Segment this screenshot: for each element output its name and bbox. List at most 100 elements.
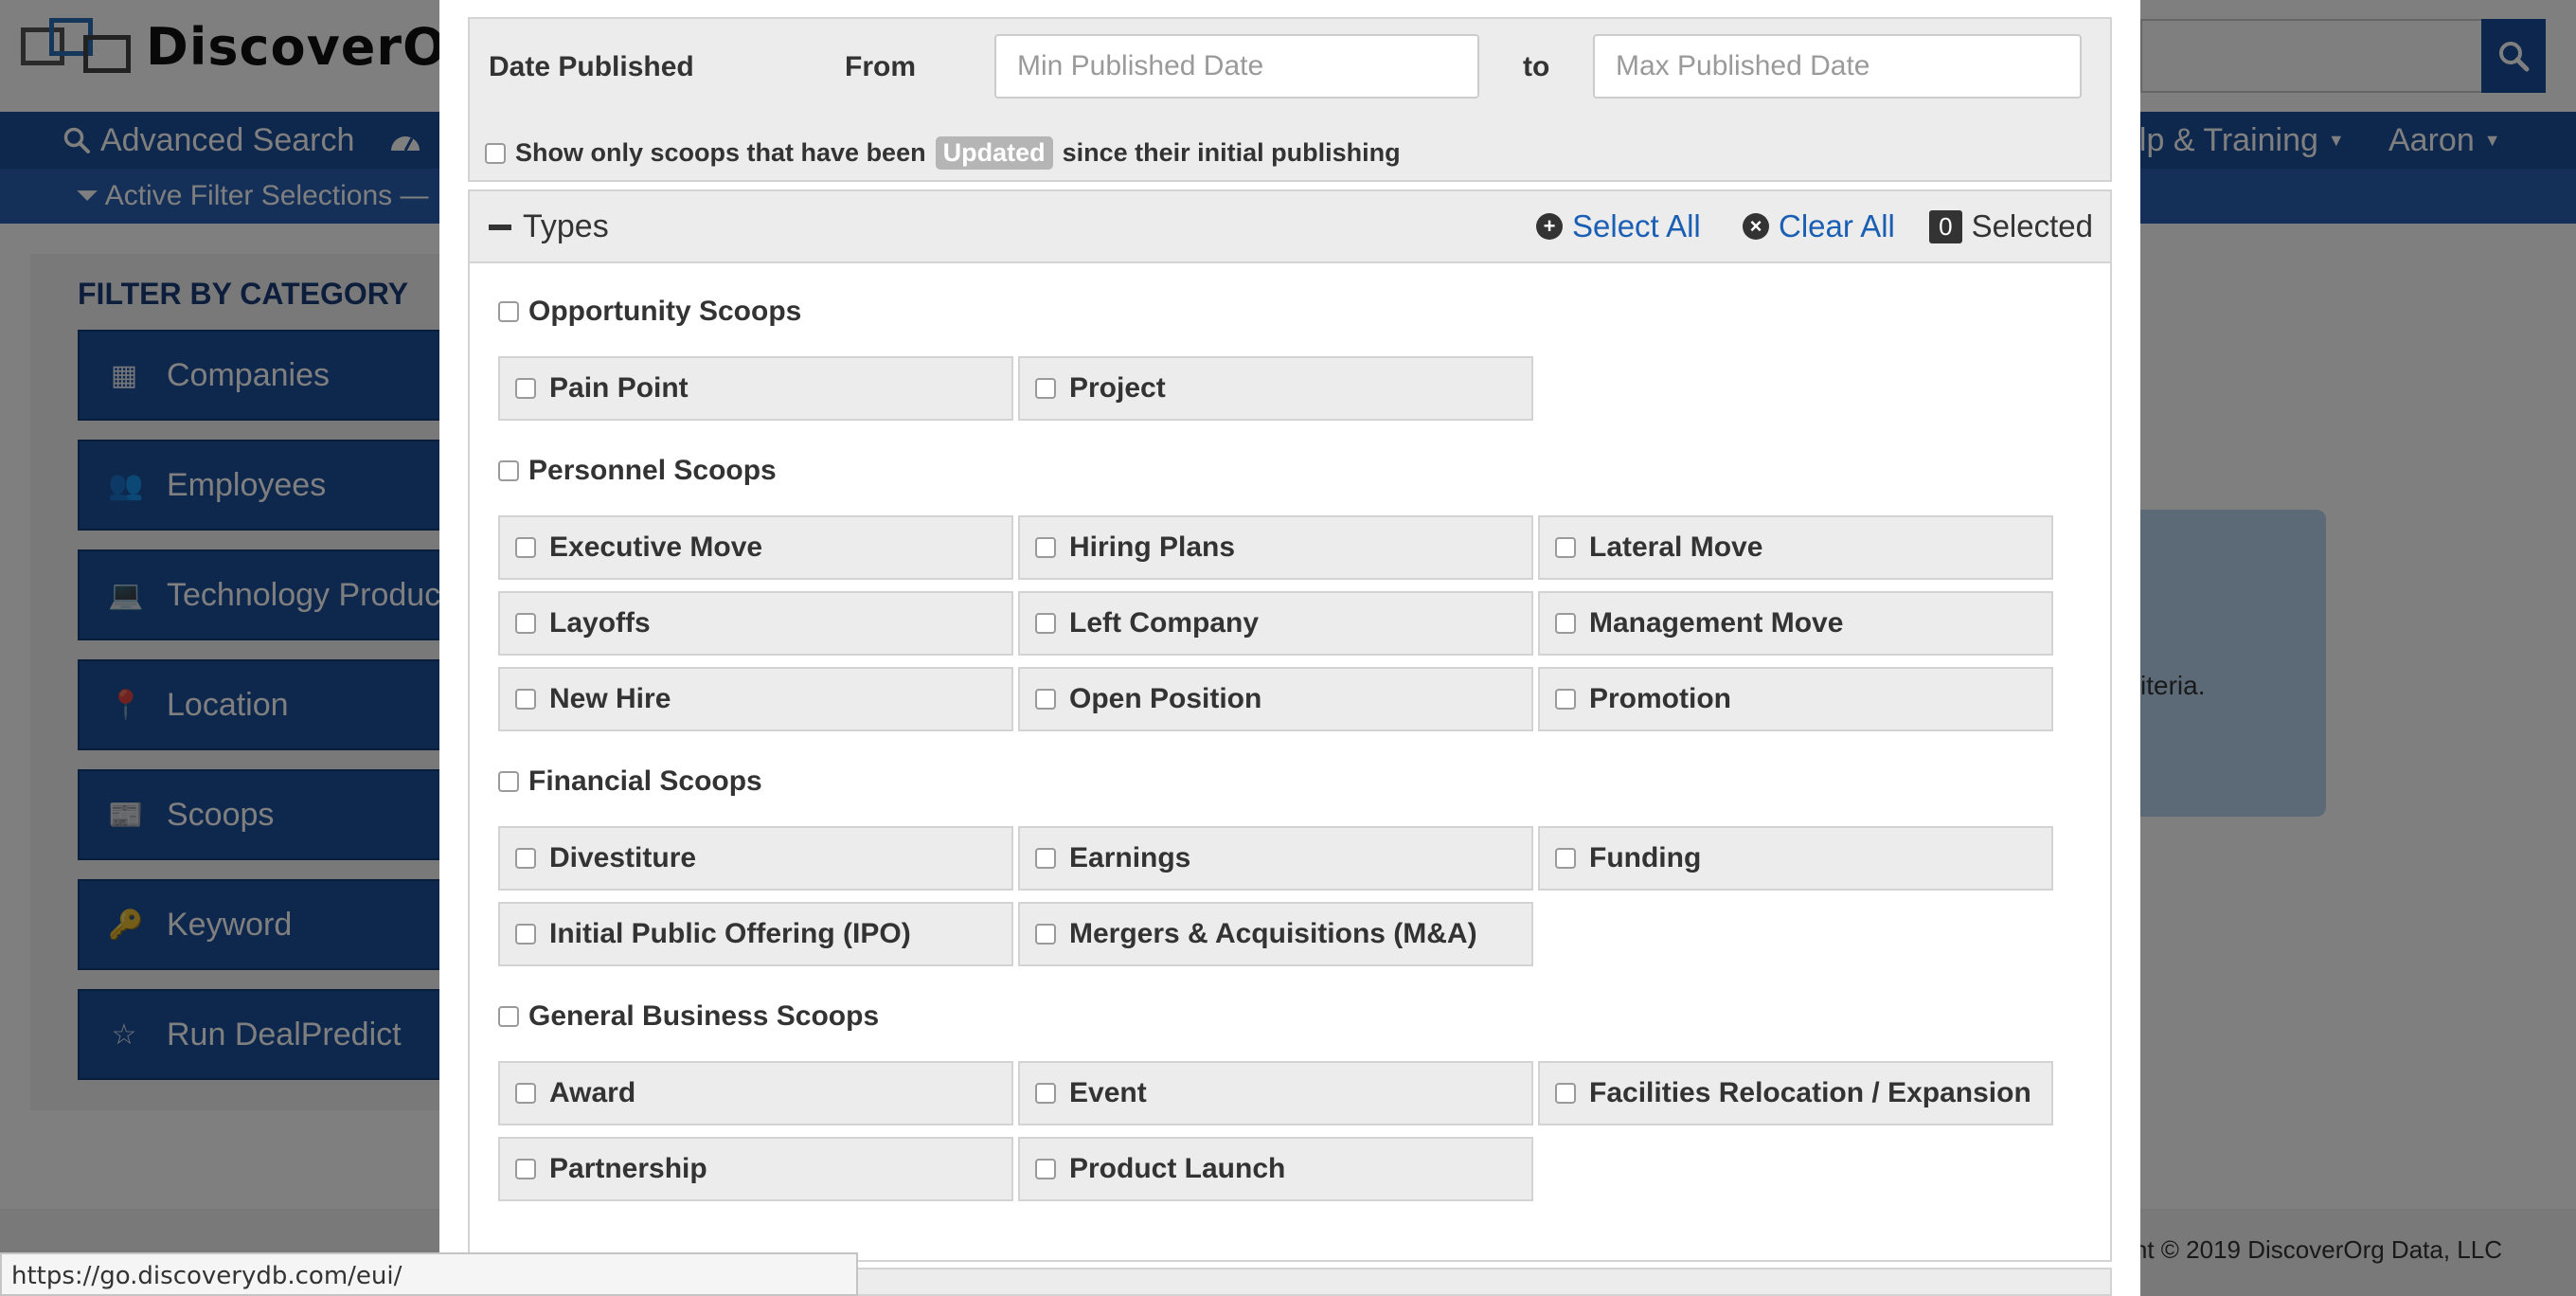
option-checkbox[interactable] [1035, 689, 1056, 710]
selected-count: 0 Selected [1929, 208, 2093, 244]
option-partnership[interactable]: Partnership [498, 1137, 1013, 1201]
option-executive-move[interactable]: Executive Move [498, 515, 1013, 580]
minus-icon [489, 224, 511, 230]
option-label: Award [549, 1077, 636, 1108]
option-funding[interactable]: Funding [1538, 826, 2053, 891]
option-label: Event [1069, 1077, 1147, 1108]
option-award[interactable]: Award [498, 1061, 1013, 1125]
types-panel: Types + Select All × Clear All 0 Selecte… [468, 189, 2112, 1262]
option-checkbox[interactable] [515, 378, 536, 399]
group-checkbox[interactable] [498, 771, 519, 792]
option-project[interactable]: Project [1018, 356, 1533, 421]
group-checkbox[interactable] [498, 460, 519, 481]
updated-only-text-pre: Show only scoops that have been [515, 138, 926, 167]
option-label: Hiring Plans [1069, 531, 1236, 563]
option-label: Product Launch [1069, 1153, 1286, 1184]
group-general-business-scoops[interactable]: General Business Scoops [498, 1000, 879, 1033]
option-label: Left Company [1069, 607, 1260, 639]
option-checkbox[interactable] [1035, 924, 1056, 945]
plus-circle-icon: + [1536, 213, 1563, 240]
option-label: Project [1069, 372, 1166, 404]
option-event[interactable]: Event [1018, 1061, 1533, 1125]
option-lateral-move[interactable]: Lateral Move [1538, 515, 2053, 580]
group-label: Opportunity Scoops [528, 296, 802, 327]
option-promotion[interactable]: Promotion [1538, 667, 2053, 731]
option-label: Management Move [1589, 607, 1844, 639]
option-checkbox[interactable] [515, 1159, 536, 1179]
clear-all-button[interactable]: × Clear All [1743, 208, 1895, 244]
select-all-label: Select All [1572, 208, 1701, 243]
option-product-launch[interactable]: Product Launch [1018, 1137, 1533, 1201]
updated-badge: Updated [935, 136, 1053, 170]
option-facilities-relocation[interactable]: Facilities Relocation / Expansion [1538, 1061, 2053, 1125]
option-checkbox[interactable] [515, 613, 536, 634]
option-label: Pain Point [549, 372, 689, 404]
option-label: Executive Move [549, 531, 763, 563]
option-checkbox[interactable] [1035, 1083, 1056, 1104]
option-checkbox[interactable] [1035, 613, 1056, 634]
option-earnings[interactable]: Earnings [1018, 826, 1533, 891]
selected-count-badge: 0 [1929, 209, 1962, 243]
option-checkbox[interactable] [515, 924, 536, 945]
option-left-company[interactable]: Left Company [1018, 591, 1533, 656]
types-title: Types [523, 208, 609, 244]
option-label: Mergers & Acquisitions (M&A) [1069, 918, 1477, 949]
option-checkbox[interactable] [1555, 537, 1576, 558]
option-label: Partnership [549, 1153, 707, 1184]
group-label: Personnel Scoops [528, 455, 777, 486]
option-checkbox[interactable] [515, 848, 536, 869]
date-published-panel: Date Published From to Show only scoops … [468, 17, 2112, 182]
option-label: Lateral Move [1589, 531, 1763, 563]
from-label: From [845, 51, 916, 82]
option-checkbox[interactable] [1035, 378, 1056, 399]
group-label: Financial Scoops [528, 765, 762, 797]
date-published-label: Date Published [489, 51, 694, 82]
option-checkbox[interactable] [1555, 1083, 1576, 1104]
option-checkbox[interactable] [515, 537, 536, 558]
option-checkbox[interactable] [1035, 537, 1056, 558]
to-label: to [1523, 51, 1550, 82]
option-label: New Hire [549, 683, 671, 714]
option-initial-public-offering[interactable]: Initial Public Offering (IPO) [498, 902, 1013, 966]
group-checkbox[interactable] [498, 1006, 519, 1027]
option-divestiture[interactable]: Divestiture [498, 826, 1013, 891]
option-label: Divestiture [549, 842, 697, 873]
group-checkbox[interactable] [498, 301, 519, 322]
option-management-move[interactable]: Management Move [1538, 591, 2053, 656]
option-open-position[interactable]: Open Position [1018, 667, 1533, 731]
option-label: Facilities Relocation / Expansion [1589, 1077, 2031, 1108]
group-personnel-scoops[interactable]: Personnel Scoops [498, 455, 777, 487]
option-label: Layoffs [549, 607, 651, 639]
option-checkbox[interactable] [1555, 613, 1576, 634]
updated-only-row: Show only scoops that have been Updated … [485, 136, 1401, 170]
option-checkbox[interactable] [1035, 1159, 1056, 1179]
group-opportunity-scoops[interactable]: Opportunity Scoops [498, 296, 801, 328]
close-circle-icon: × [1743, 213, 1769, 240]
option-label: Promotion [1589, 683, 1731, 714]
option-label: Initial Public Offering (IPO) [549, 918, 911, 949]
option-checkbox[interactable] [515, 1083, 536, 1104]
option-label: Funding [1589, 842, 1702, 873]
option-hiring-plans[interactable]: Hiring Plans [1018, 515, 1533, 580]
option-layoffs[interactable]: Layoffs [498, 591, 1013, 656]
option-label: Earnings [1069, 842, 1191, 873]
option-pain-point[interactable]: Pain Point [498, 356, 1013, 421]
option-checkbox[interactable] [1555, 848, 1576, 869]
status-url-tooltip: https://go.discoverydb.com/eui/ [0, 1252, 858, 1296]
scoops-filter-modal: Date Published From to Show only scoops … [439, 0, 2140, 1296]
max-published-date-input[interactable] [1593, 34, 2082, 99]
option-checkbox[interactable] [1555, 689, 1576, 710]
min-published-date-input[interactable] [994, 34, 1479, 99]
group-financial-scoops[interactable]: Financial Scoops [498, 765, 762, 798]
clear-all-label: Clear All [1779, 208, 1895, 243]
select-all-button[interactable]: + Select All [1536, 208, 1701, 244]
option-checkbox[interactable] [515, 689, 536, 710]
selected-label: Selected [1971, 208, 2093, 243]
updated-only-checkbox[interactable] [485, 142, 506, 164]
updated-only-text-post: since their initial publishing [1062, 138, 1401, 167]
option-mergers-acquisitions[interactable]: Mergers & Acquisitions (M&A) [1018, 902, 1533, 966]
option-checkbox[interactable] [1035, 848, 1056, 869]
types-collapse-toggle[interactable]: Types [489, 208, 609, 245]
option-new-hire[interactable]: New Hire [498, 667, 1013, 731]
option-label: Open Position [1069, 683, 1262, 714]
